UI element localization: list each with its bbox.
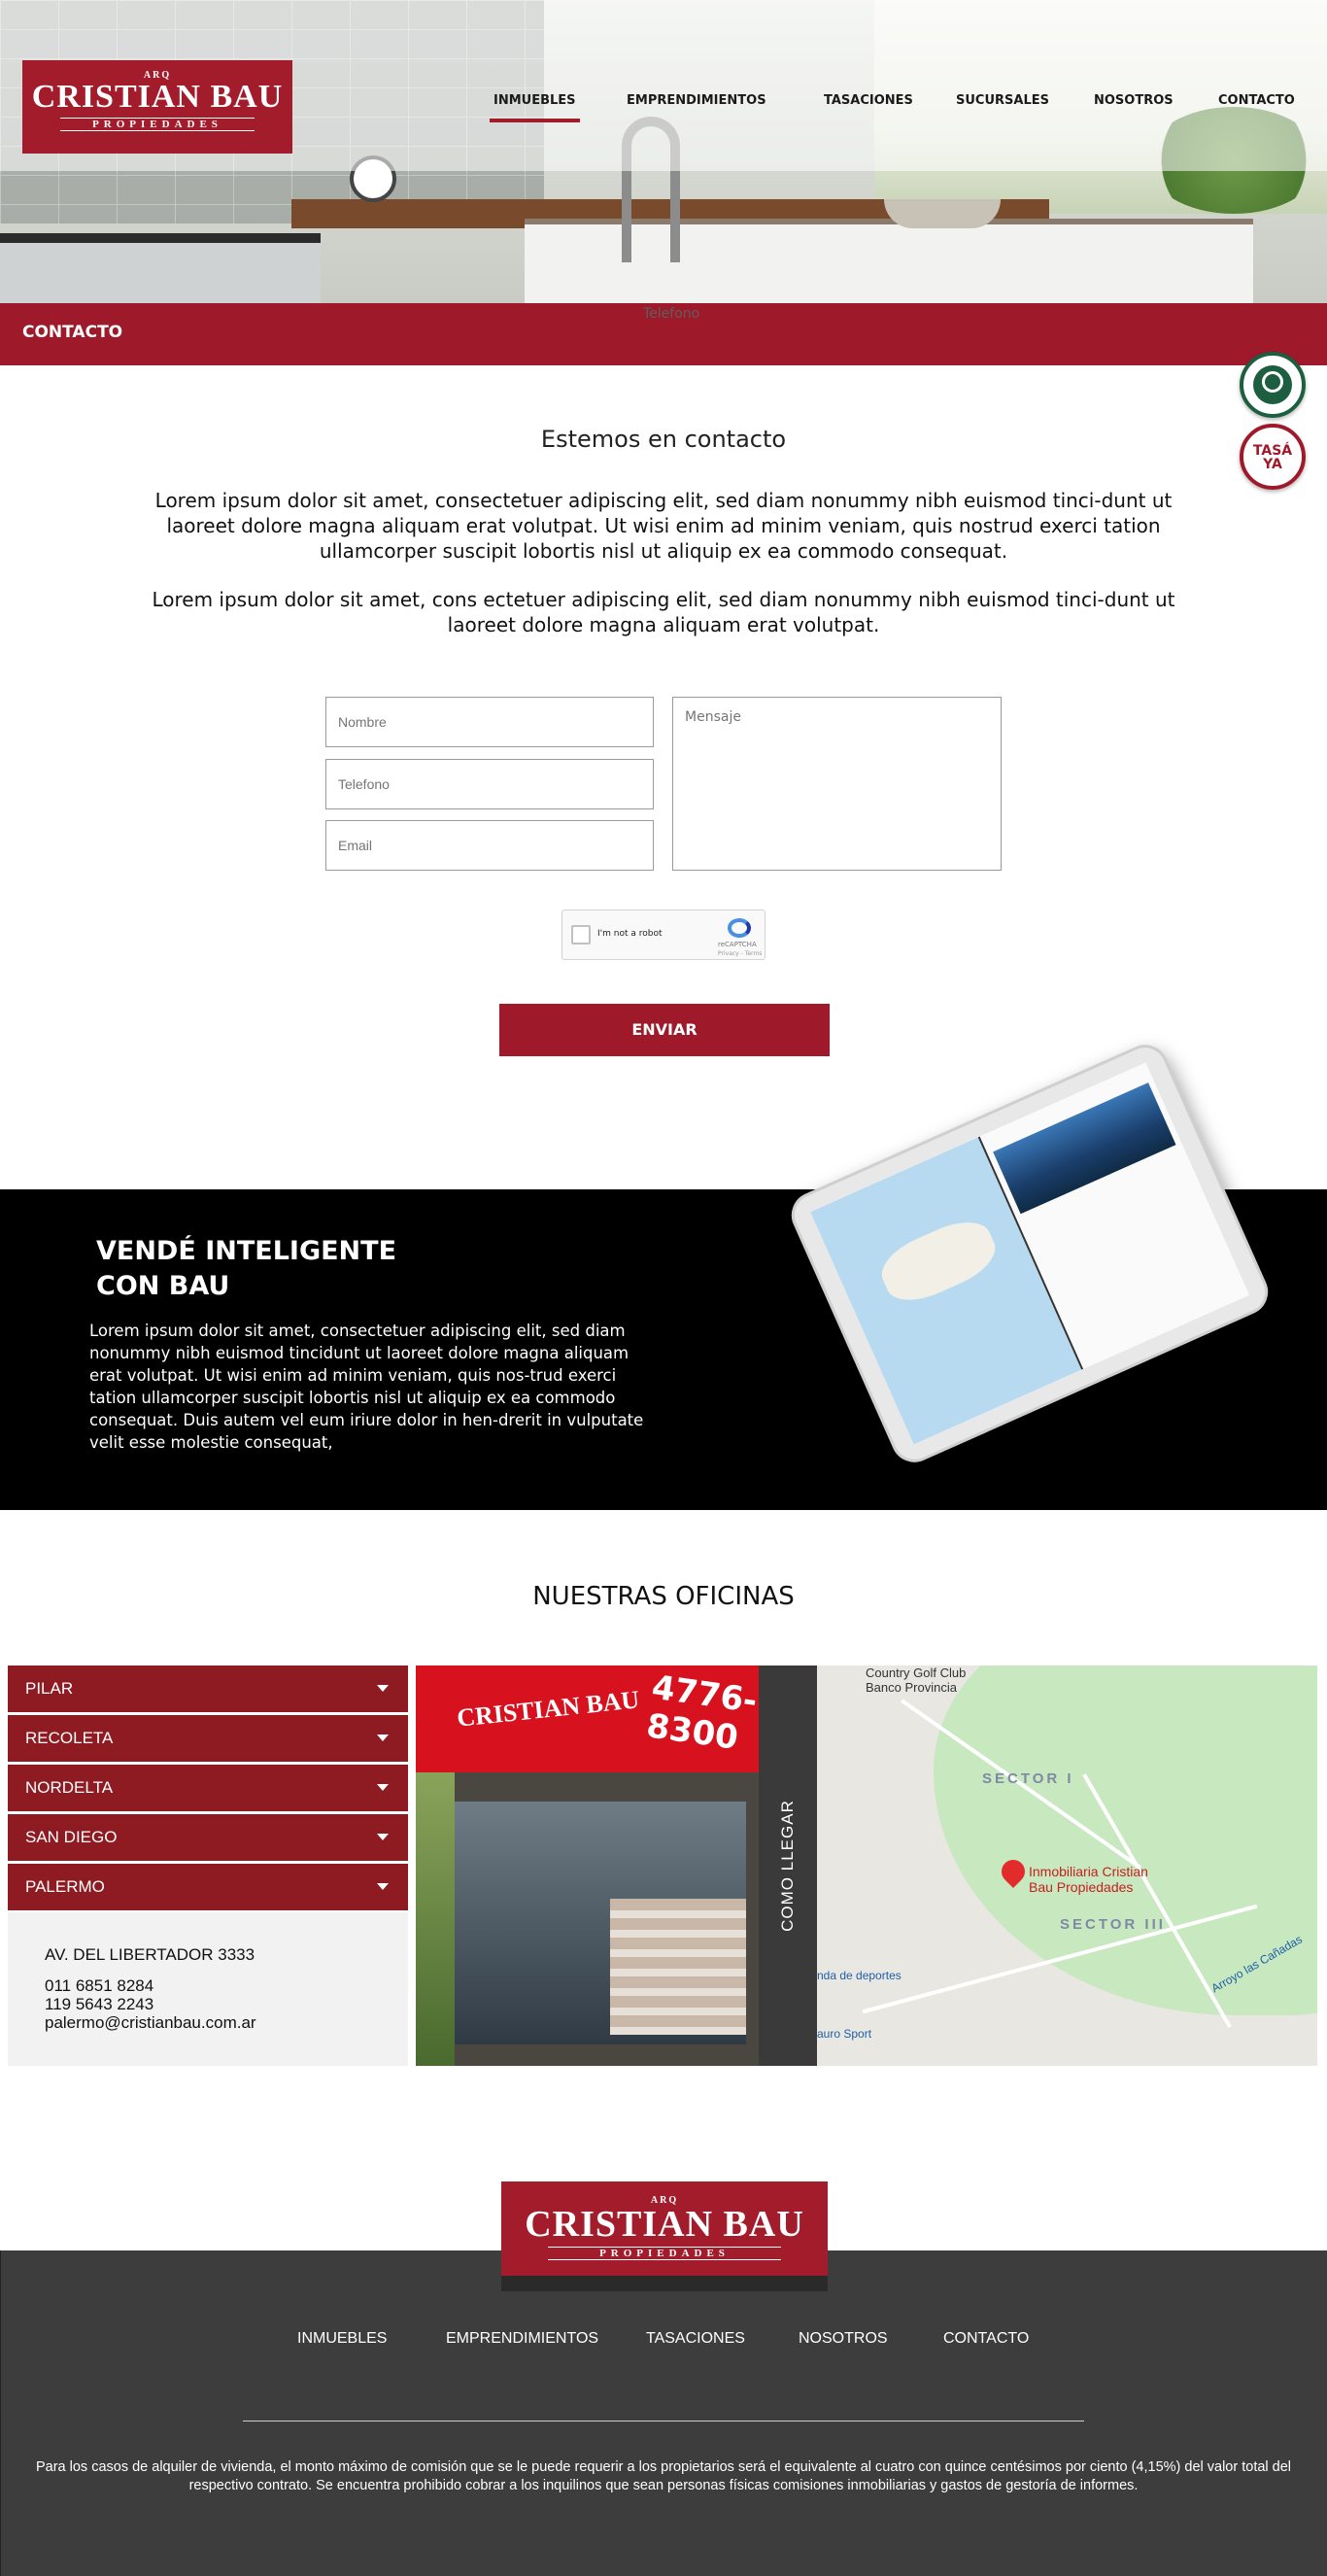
tablet-photo — [993, 1082, 1176, 1215]
whatsapp-icon — [1262, 371, 1283, 393]
footer-nav-tasaciones[interactable]: TASACIONES — [646, 2330, 745, 2348]
captcha-label: I'm not a robot — [597, 929, 663, 939]
contact-heading: Estemos en contacto — [540, 426, 787, 453]
brand-logo[interactable]: ARQ CRISTIAN BAU PROPIEDADES — [22, 60, 292, 154]
map-label-top: Country Golf Club Banco Provincia — [866, 1666, 966, 1695]
office-map[interactable]: Country Golf Club Banco Provincia SECTOR… — [817, 1666, 1317, 2066]
footer-logo[interactable]: ARQ CRISTIAN BAU PROPIEDADES — [501, 2181, 828, 2291]
branch-label: NORDELTA — [25, 1778, 114, 1797]
branch-pilar[interactable]: PILAR — [8, 1666, 408, 1712]
fruit-bowl — [884, 199, 1001, 228]
store-shelf — [610, 1899, 746, 2035]
recaptcha-widget: I'm not a robot reCAPTCHA Privacy - Term… — [561, 910, 766, 960]
mensaje-field[interactable] — [672, 697, 1002, 871]
map-label-sport-1: nda de deportes — [817, 1969, 902, 1982]
branch-phone-1[interactable]: 011 6851 8284 — [45, 1976, 153, 1996]
office-photo: CRISTIAN BAU 4776-8300 — [416, 1666, 759, 2066]
map-label-top-1: Country Golf Club — [866, 1666, 967, 1680]
branch-palermo[interactable]: PALERMO — [8, 1864, 408, 1910]
captcha-checkbox[interactable] — [571, 925, 591, 945]
map-label-sport-2: auro Sport — [817, 2027, 872, 2041]
caret-down-icon — [377, 1883, 389, 1890]
page-title-bar: CONTACTO Telefono — [0, 303, 1327, 365]
promo-heading-line-1: VENDÉ INTELIGENTE — [96, 1236, 397, 1266]
branch-label: SAN DIEGO — [25, 1828, 118, 1846]
ghost-text: Telefono — [643, 306, 700, 322]
contact-paragraph-2: Lorem ipsum dolor sit amet, cons ectetue… — [152, 588, 1175, 636]
promo-body: Lorem ipsum dolor sit amet, consectetuer… — [89, 1322, 644, 1452]
branch-label: PILAR — [25, 1679, 74, 1698]
logo-subtitle: PROPIEDADES — [60, 118, 255, 131]
map-place-label: Inmobiliaria Cristian Bau Propiedades — [1029, 1864, 1148, 1895]
footer — [0, 2250, 1327, 2576]
footer-nav-contacto[interactable]: CONTACTO — [943, 2330, 1029, 2348]
map-label-top-2: Banco Provincia — [866, 1680, 957, 1695]
nav-contacto[interactable]: CONTACTO — [1218, 93, 1295, 122]
branch-recoleta[interactable]: RECOLETA — [8, 1715, 408, 1762]
footer-logo-name: CRISTIAN BAU — [525, 2204, 804, 2245]
contact-paragraph-1: Lorem ipsum dolor sit amet, consectetuer… — [154, 489, 1173, 563]
recaptcha-icon — [728, 918, 751, 938]
branch-phone-2[interactable]: 119 5643 2243 — [45, 1995, 153, 2014]
promo-heading: VENDÉ INTELIGENTE CON BAU — [96, 1234, 396, 1304]
caret-down-icon — [377, 1784, 389, 1791]
caret-down-icon — [377, 1685, 389, 1692]
branch-details: AV. DEL LIBERTADOR 3333 011 6851 8284 11… — [8, 1912, 408, 2066]
branch-address: AV. DEL LIBERTADOR 3333 — [45, 1945, 255, 1964]
map-place-1: Inmobiliaria Cristian — [1029, 1864, 1148, 1879]
email-field[interactable] — [325, 820, 654, 871]
caret-down-icon — [377, 1735, 389, 1741]
map-sector-3: SECTOR III — [1060, 1916, 1166, 1933]
promo-heading-line-2: CON BAU — [96, 1271, 230, 1301]
store-tree — [416, 1772, 455, 2066]
nav-nosotros[interactable]: NOSOTROS — [1094, 93, 1174, 122]
footer-logo-subtitle: PROPIEDADES — [548, 2247, 781, 2260]
branch-accordion: PILAR RECOLETA NORDELTA SAN DIEGO PALERM… — [8, 1666, 408, 1913]
nav-emprendimientos[interactable]: EMPRENDIMIENTOS — [627, 93, 766, 122]
map-place-2: Bau Propiedades — [1029, 1879, 1134, 1895]
stove — [0, 233, 321, 303]
captcha-links[interactable]: Privacy - Terms — [718, 950, 762, 957]
logo-name: CRISTIAN BAU — [31, 79, 284, 115]
captcha-brand: reCAPTCHA — [718, 941, 757, 948]
como-llegar-button[interactable]: COMO LLEGAR — [759, 1666, 817, 2066]
enviar-button[interactable]: ENVIAR — [499, 1004, 830, 1056]
branch-label: PALERMO — [25, 1877, 105, 1896]
caret-down-icon — [377, 1834, 389, 1840]
nav-sucursales[interactable]: SUCURSALES — [956, 93, 1049, 122]
page-title: CONTACTO — [22, 323, 123, 342]
branch-label: RECOLETA — [25, 1729, 114, 1747]
tasa-label-2: YA — [1263, 457, 1282, 472]
branch-nordelta[interactable]: NORDELTA — [8, 1765, 408, 1811]
store-sign-phone: 4776-8300 — [643, 1667, 759, 1758]
footer-nav-inmuebles[interactable]: INMUEBLES — [297, 2330, 387, 2348]
como-llegar-label: COMO LLEGAR — [778, 1800, 797, 1932]
branch-email[interactable]: palermo@cristianbau.com.ar — [45, 2013, 256, 2033]
tablet-map-land — [873, 1211, 1004, 1312]
nombre-field[interactable] — [325, 697, 654, 747]
branch-san-diego[interactable]: SAN DIEGO — [8, 1814, 408, 1861]
whatsapp-button[interactable] — [1240, 352, 1306, 418]
telefono-field[interactable] — [325, 759, 654, 809]
nav-tasaciones[interactable]: TASACIONES — [824, 93, 913, 122]
offices-heading: NUESTRAS OFICINAS — [532, 1582, 795, 1611]
nav-inmuebles[interactable]: INMUEBLES — [490, 93, 580, 122]
footer-nav-emprendimientos[interactable]: EMPRENDIMIENTOS — [446, 2330, 598, 2348]
store-sign: CRISTIAN BAU 4776-8300 — [416, 1666, 759, 1772]
map-sector-1: SECTOR I — [982, 1770, 1074, 1787]
store-sign-name: CRISTIAN BAU — [455, 1685, 641, 1733]
footer-legal: Para los casos de alquiler de vivienda, … — [35, 2459, 1292, 2493]
footer-nav-nosotros[interactable]: NOSOTROS — [799, 2330, 888, 2348]
